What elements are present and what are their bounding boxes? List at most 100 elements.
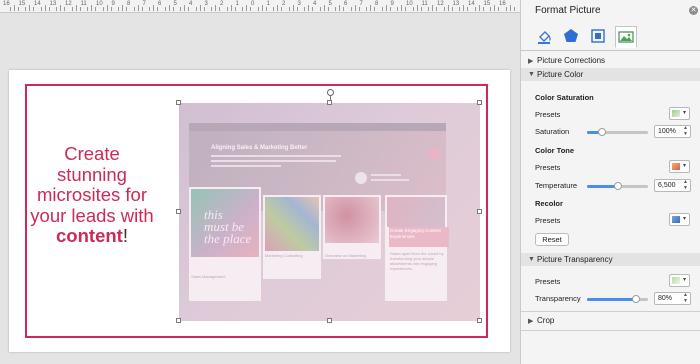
temperature-slider-knob[interactable]: [613, 182, 622, 190]
preset-swatch-icon: [672, 277, 680, 284]
picture-tab[interactable]: [615, 26, 637, 48]
ruler-tick: [443, 7, 445, 11]
ruler-tick: [459, 7, 461, 11]
saturation-slider[interactable]: [587, 128, 648, 136]
ruler-number: 5: [328, 1, 332, 7]
ruler-tick: [451, 7, 453, 11]
ruler-tick: [277, 5, 279, 11]
ruler-number: 2: [220, 1, 224, 7]
ruler-tick: [467, 7, 469, 11]
ruler-tick: [48, 7, 50, 11]
ruler-tick: [110, 7, 112, 11]
recolor-presets-button[interactable]: ▾: [669, 213, 690, 226]
ruler-tick: [122, 5, 124, 11]
ruler-tick: [308, 5, 310, 11]
ruler-tick: [75, 5, 77, 11]
temperature-slider[interactable]: [587, 182, 648, 190]
transparency-presets-button[interactable]: ▾: [669, 274, 690, 287]
preset-swatch-icon: [672, 163, 680, 170]
fill-line-tab[interactable]: [534, 26, 556, 48]
ruler-tick: [168, 5, 170, 11]
ruler-tick: [304, 7, 306, 11]
effects-tab[interactable]: [561, 26, 583, 48]
stepper-icon[interactable]: ▲ ▼: [683, 125, 688, 137]
ruler-number: 12: [437, 1, 444, 7]
resize-handle-top-right[interactable]: [477, 100, 482, 105]
section-picture-corrections[interactable]: ▶ Picture Corrections: [521, 54, 700, 67]
ruler-number: 8: [127, 1, 131, 7]
ruler-tick: [296, 7, 298, 11]
transparency-slider-knob[interactable]: [631, 295, 640, 303]
ruler-tick: [141, 7, 143, 11]
ruler-tick: [490, 7, 492, 11]
ruler-number: 2: [282, 1, 286, 7]
ruler-tick: [288, 7, 290, 11]
ruler-number: 9: [111, 1, 115, 7]
chevron-down-icon: ▾: [683, 216, 687, 222]
ruler-tick: [133, 7, 135, 11]
stepper-icon[interactable]: ▲ ▼: [683, 179, 688, 191]
ruler-tick: [64, 7, 66, 11]
ruler-tick: [374, 7, 376, 11]
close-icon[interactable]: ✕: [689, 6, 698, 15]
ruler-tick: [509, 5, 511, 11]
ruler-number: 3: [297, 1, 301, 7]
ruler-tick: [494, 5, 496, 11]
ruler-tick: [292, 5, 294, 11]
tone-presets-button[interactable]: ▾: [669, 160, 690, 173]
ruler-number: 12: [65, 1, 72, 7]
slide[interactable]: Create stunning microsites for your lead…: [9, 70, 510, 352]
headline-exclamation: !: [122, 225, 128, 246]
section-label: Crop: [537, 316, 555, 325]
resize-handle-left[interactable]: [176, 209, 181, 214]
color-tone-heading: Color Tone: [535, 146, 575, 155]
ruler-number: 14: [34, 1, 41, 7]
ruler-tick: [95, 7, 97, 11]
temperature-field[interactable]: 6,500 ▲ ▼: [654, 179, 691, 192]
section-crop[interactable]: ▶ Crop: [521, 314, 700, 327]
section-picture-transparency[interactable]: ▼ Picture Transparency: [521, 253, 700, 266]
recolor-presets-label: Presets: [535, 216, 561, 225]
paint-bucket-icon: [538, 31, 551, 44]
saturation-field[interactable]: 100% ▲ ▼: [654, 125, 691, 138]
ruler-tick: [203, 7, 205, 11]
preset-swatch-icon: [672, 216, 680, 223]
saturation-presets-button[interactable]: ▾: [669, 107, 690, 120]
size-properties-tab[interactable]: [588, 26, 610, 48]
ruler-tick: [118, 7, 120, 11]
ruler-tick: [9, 7, 11, 11]
ruler-tick: [354, 5, 356, 11]
saturation-slider-knob[interactable]: [598, 128, 607, 136]
ruler-number: 16: [499, 1, 506, 7]
ruler-tick: [432, 5, 434, 11]
ruler-tick: [199, 5, 201, 11]
resize-handle-right[interactable]: [477, 209, 482, 214]
ruler-tick: [79, 7, 81, 11]
resize-handle-top-left[interactable]: [176, 100, 181, 105]
saturation-presets-label: Presets: [535, 110, 561, 119]
pane-tabs: [521, 22, 700, 52]
slide-canvas[interactable]: 16 15 14 13 12 11 10 9 8 7 6 5 4 3 2 1 0 1 2 3 4 5 6 7 8 9 10 11 12 1…: [0, 0, 520, 364]
reset-button[interactable]: Reset: [535, 233, 569, 246]
selected-picture[interactable]: Aligning Sales & Marketing Better this m…: [179, 103, 480, 321]
section-picture-color[interactable]: ▼ Picture Color: [521, 68, 700, 81]
ruler-tick: [33, 7, 35, 11]
ruler-tick: [463, 5, 465, 11]
ruler-number: 0: [251, 1, 255, 7]
stepper-icon[interactable]: ▲ ▼: [683, 292, 688, 304]
transparency-field[interactable]: 80% ▲ ▼: [654, 292, 691, 305]
resize-handle-bottom-right[interactable]: [477, 318, 482, 323]
rotate-handle[interactable]: [327, 89, 334, 96]
slide-headline[interactable]: Create stunning microsites for your lead…: [27, 143, 157, 247]
resize-handle-top[interactable]: [327, 100, 332, 105]
resize-handle-bottom-left[interactable]: [176, 318, 181, 323]
ruler-tick: [420, 7, 422, 11]
ruler-number: 6: [158, 1, 162, 7]
transparency-slider[interactable]: [587, 295, 648, 303]
ruler-tick: [195, 7, 197, 11]
section-label: Picture Corrections: [537, 56, 606, 65]
ruler-tick: [327, 7, 329, 11]
tabs-divider: [521, 50, 700, 51]
resize-handle-bottom[interactable]: [327, 318, 332, 323]
section-divider: [521, 330, 700, 331]
